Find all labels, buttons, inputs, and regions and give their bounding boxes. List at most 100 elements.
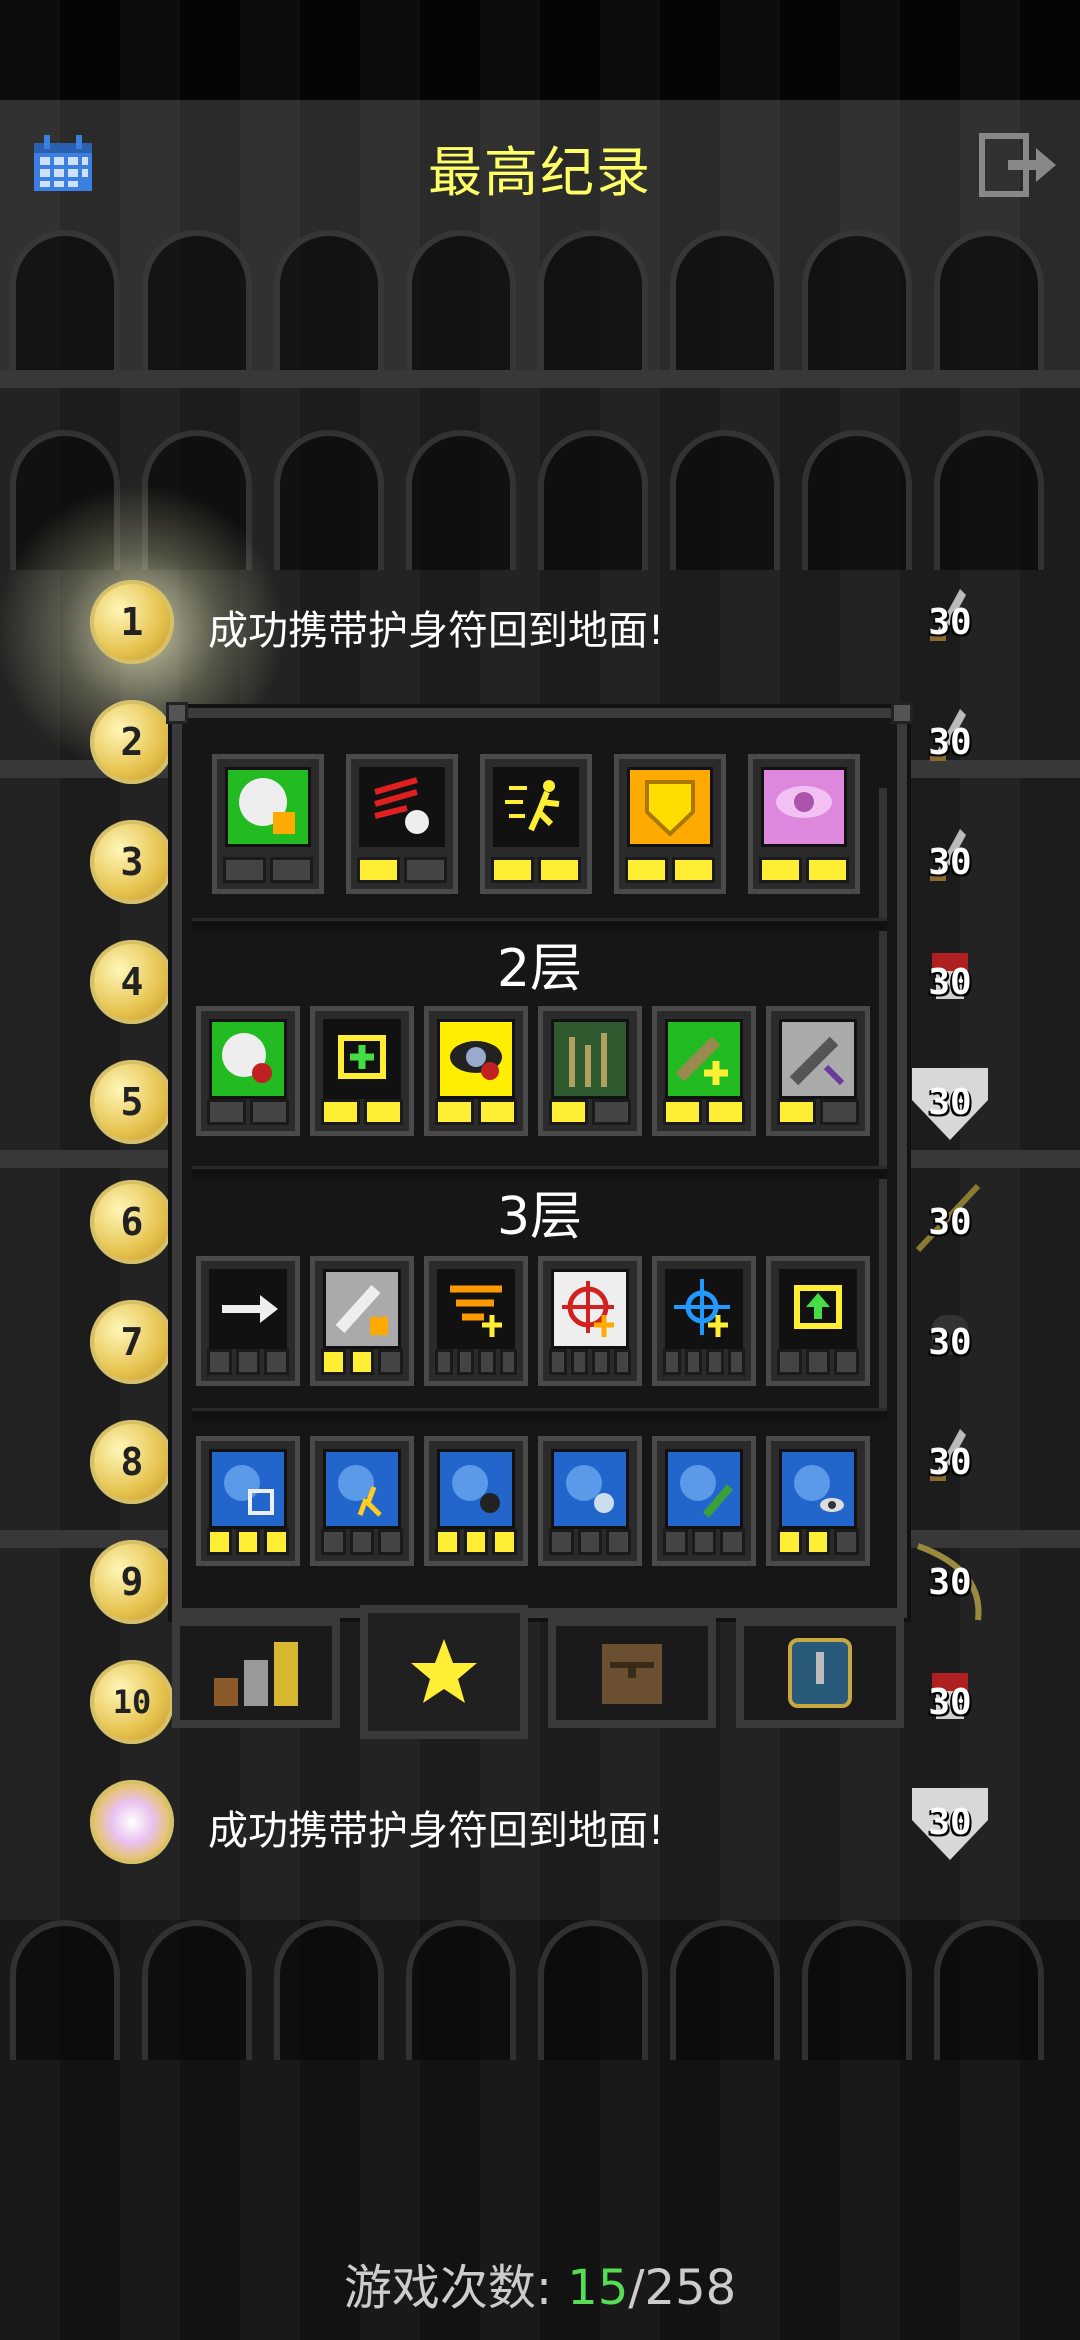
talent-clock-heal[interactable] bbox=[196, 1006, 300, 1136]
wall-beam bbox=[0, 370, 1080, 388]
talent-wand-plus[interactable] bbox=[652, 1006, 756, 1136]
ranking-row-current[interactable]: 成功携带护身符回到地面! 30 bbox=[0, 1780, 1080, 1870]
tier-separator bbox=[192, 1408, 887, 1421]
red-helmet-icon: 30 bbox=[908, 1660, 992, 1744]
talent-target-red[interactable] bbox=[538, 1256, 642, 1386]
games-total: 258 bbox=[644, 2260, 737, 2316]
scroll-plus-icon bbox=[323, 1019, 401, 1099]
talent-skull-slash[interactable] bbox=[346, 754, 458, 894]
ranking-score: 30 bbox=[928, 1081, 972, 1123]
bow-icon: 30 bbox=[908, 1540, 992, 1624]
rank-badge: 8 bbox=[90, 1420, 174, 1504]
talent-level-pips bbox=[491, 857, 581, 883]
arrow-icon bbox=[209, 1269, 287, 1349]
talent-level-pips bbox=[207, 1099, 289, 1125]
ranking-score: 30 bbox=[928, 1321, 972, 1363]
games-label: 游戏次数: bbox=[343, 2260, 568, 2316]
talent-blue-head-wand[interactable] bbox=[652, 1436, 756, 1566]
rank-badge: 10 bbox=[90, 1660, 174, 1744]
tier-2-label: 2层 bbox=[496, 939, 583, 999]
talent-pink-eye[interactable] bbox=[748, 754, 860, 894]
ranking-score: 30 bbox=[928, 721, 972, 763]
badges-tab[interactable] bbox=[736, 1618, 904, 1728]
ranking-score: 30 bbox=[928, 961, 972, 1003]
talent-level-pips bbox=[321, 1349, 404, 1375]
rank-badge: 7 bbox=[90, 1300, 174, 1384]
talent-blue-head-eye[interactable] bbox=[766, 1436, 870, 1566]
target-blue-icon bbox=[665, 1269, 743, 1349]
talent-level-pips bbox=[357, 857, 447, 883]
talent-tier-2 bbox=[196, 1006, 870, 1136]
talent-gray-wand[interactable] bbox=[766, 1006, 870, 1136]
talent-level-pips bbox=[777, 1529, 860, 1555]
shield-icon bbox=[627, 767, 713, 847]
blue-head-maze-icon bbox=[209, 1449, 287, 1529]
rank-badge: 2 bbox=[90, 700, 174, 784]
panel-corner bbox=[891, 702, 913, 724]
white-shield-icon: 30 bbox=[908, 1780, 992, 1864]
rank-badge: 5 bbox=[90, 1060, 174, 1144]
talent-tier-3 bbox=[196, 1256, 870, 1386]
talent-level-pips bbox=[663, 1349, 745, 1375]
ranking-description: 成功携带护身符回到地面! bbox=[208, 608, 665, 654]
ranking-score: 30 bbox=[928, 601, 972, 643]
talent-level-pips bbox=[663, 1099, 745, 1125]
orange-stripes-icon bbox=[437, 1269, 515, 1349]
pink-eye-icon bbox=[761, 767, 847, 847]
rank-badge: 6 bbox=[90, 1180, 174, 1264]
exit-icon[interactable] bbox=[978, 132, 1058, 198]
ranking-score: 30 bbox=[928, 1441, 972, 1483]
talent-shield[interactable] bbox=[614, 754, 726, 894]
talent-tier-4 bbox=[196, 1436, 870, 1566]
scroll-up-icon bbox=[779, 1269, 857, 1349]
talent-scroll-plus[interactable] bbox=[310, 1006, 414, 1136]
talent-tier-1 bbox=[212, 754, 860, 894]
talent-level-pips bbox=[321, 1529, 404, 1555]
talent-blue-head-maze[interactable] bbox=[196, 1436, 300, 1566]
scrollbar[interactable] bbox=[879, 788, 887, 1408]
blue-head-eye-icon bbox=[779, 1449, 857, 1529]
talent-blue-head-runner[interactable] bbox=[310, 1436, 414, 1566]
current-run-badge-icon bbox=[90, 1780, 174, 1864]
wand-plus-icon bbox=[665, 1019, 743, 1099]
panel-corner bbox=[166, 702, 188, 724]
talents-tab[interactable] bbox=[360, 1605, 528, 1739]
talent-level-pips bbox=[549, 1529, 632, 1555]
talent-blue-head-dark[interactable] bbox=[424, 1436, 528, 1566]
blue-head-ghost-icon bbox=[551, 1449, 629, 1529]
talent-level-pips bbox=[435, 1529, 518, 1555]
talent-blue-head-ghost[interactable] bbox=[538, 1436, 642, 1566]
talent-runner[interactable] bbox=[480, 754, 592, 894]
talent-level-pips bbox=[777, 1099, 859, 1125]
items-tab[interactable] bbox=[548, 1618, 716, 1728]
stats-tab[interactable] bbox=[172, 1618, 340, 1728]
rank-badge: 1 bbox=[90, 580, 174, 664]
talent-level-pips bbox=[207, 1349, 290, 1375]
ranking-score: 30 bbox=[928, 1801, 972, 1843]
ranking-description: 成功携带护身符回到地面! bbox=[208, 1808, 665, 1854]
dagger-icon: 30 bbox=[908, 580, 992, 664]
talent-orange-stripes[interactable] bbox=[424, 1256, 528, 1386]
talent-white-wand-gear[interactable] bbox=[310, 1256, 414, 1386]
talent-clock-gear[interactable] bbox=[212, 754, 324, 894]
rank-badge: 4 bbox=[90, 940, 174, 1024]
talent-level-pips bbox=[663, 1529, 746, 1555]
gray-wand-icon bbox=[779, 1019, 857, 1099]
black-helmet-icon: 30 bbox=[908, 1300, 992, 1384]
bar-chart-icon bbox=[214, 1642, 298, 1706]
badge-icon bbox=[788, 1638, 852, 1708]
skull-slash-icon bbox=[359, 767, 445, 847]
games-separator: / bbox=[628, 2260, 645, 2316]
target-red-icon bbox=[551, 1269, 629, 1349]
yellow-eye-icon bbox=[437, 1019, 515, 1099]
talent-yellow-eye[interactable] bbox=[424, 1006, 528, 1136]
red-helmet-icon: 30 bbox=[908, 940, 992, 1024]
clock-gear-icon bbox=[225, 767, 311, 847]
talent-arrow[interactable] bbox=[196, 1256, 300, 1386]
rank-badge: 3 bbox=[90, 820, 174, 904]
talent-forest[interactable] bbox=[538, 1006, 642, 1136]
ranking-row-1[interactable]: 1 成功携带护身符回到地面! 30 bbox=[0, 580, 1080, 670]
talent-scroll-up[interactable] bbox=[766, 1256, 870, 1386]
ranking-row-10[interactable]: 10 30 bbox=[0, 1660, 1080, 1750]
talent-target-blue[interactable] bbox=[652, 1256, 756, 1386]
